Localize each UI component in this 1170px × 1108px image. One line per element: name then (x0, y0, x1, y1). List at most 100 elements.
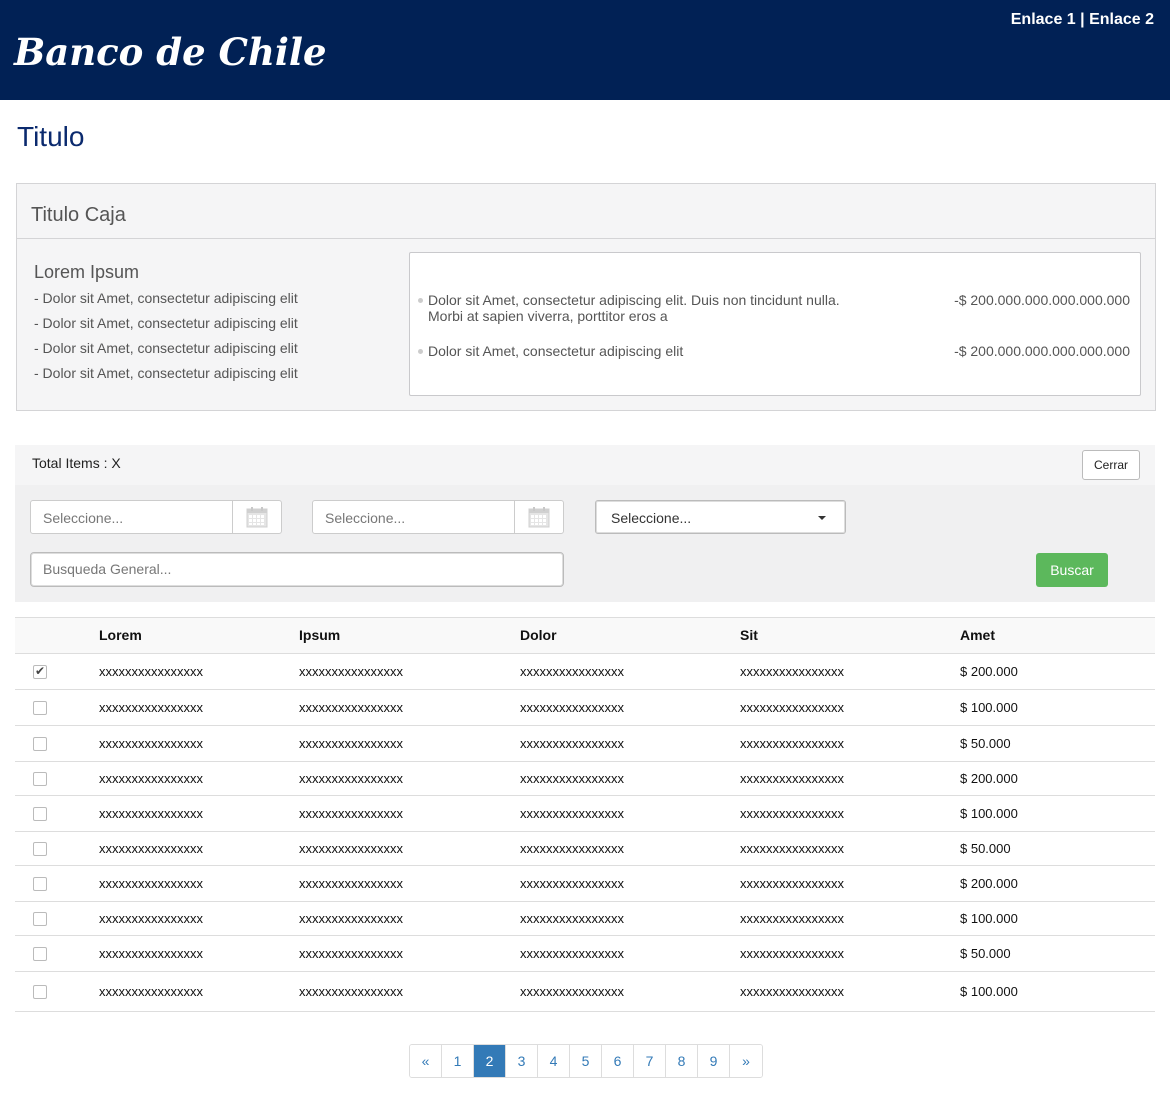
table-cell: $ 50.000 (960, 946, 1011, 961)
table-cell: xxxxxxxxxxxxxxxx (299, 984, 403, 999)
amount-entry-text: Dolor sit Amet, consectetur adipiscing e… (428, 343, 684, 359)
table-cell: xxxxxxxxxxxxxxxx (740, 876, 844, 891)
table-cell: xxxxxxxxxxxxxxxx (740, 664, 844, 679)
header-link-separator: | (1075, 11, 1090, 28)
filter-panel: Seleccione... Seleccione... Seleccione..… (15, 485, 1155, 602)
pagination-next[interactable]: » (730, 1045, 762, 1077)
row-checkbox[interactable] (33, 877, 47, 891)
table-row[interactable]: xxxxxxxxxxxxxxxx xxxxxxxxxxxxxxxx xxxxxxxx… (15, 902, 1155, 936)
pagination-page[interactable]: 6 (602, 1045, 634, 1077)
total-items-label: Total Items : X (32, 455, 121, 471)
filter-select-value: Seleccione... (611, 510, 692, 526)
table-cell: xxxxxxxxxxxxxxxx (520, 771, 624, 786)
table-row[interactable]: xxxxxxxxxxxxxxxx xxxxxxxxxxxxxxxx xxxxxxxx… (15, 762, 1155, 796)
lorem-item: - Dolor sit Amet, consectetur adipiscing… (34, 315, 298, 331)
table-cell: xxxxxxxxxxxxxxxx (99, 946, 203, 961)
table-cell: xxxxxxxxxxxxxxxx (299, 700, 403, 715)
table-cell: xxxxxxxxxxxxxxxx (520, 736, 624, 751)
row-checkbox[interactable] (33, 737, 47, 751)
search-button[interactable]: Buscar (1036, 553, 1108, 587)
table-cell: xxxxxxxxxxxxxxxx (99, 664, 203, 679)
column-header[interactable]: Dolor (520, 627, 557, 643)
row-checkbox[interactable] (33, 912, 47, 926)
table-row[interactable]: xxxxxxxxxxxxxxxx xxxxxxxxxxxxxxxx xxxxxxxx… (15, 972, 1155, 1012)
lorem-item: - Dolor sit Amet, consectetur adipiscing… (34, 340, 298, 356)
row-checkbox[interactable] (33, 985, 47, 999)
pagination-page[interactable]: 9 (698, 1045, 730, 1077)
table-row[interactable]: xxxxxxxxxxxxxxxx xxxxxxxxxxxxxxxx xxxxxxxx… (15, 726, 1155, 762)
table-cell: xxxxxxxxxxxxxxxx (99, 841, 203, 856)
close-button[interactable]: Cerrar (1082, 450, 1140, 480)
pagination-prev[interactable]: « (410, 1045, 442, 1077)
table-cell: xxxxxxxxxxxxxxxx (740, 946, 844, 961)
table-cell: xxxxxxxxxxxxxxxx (99, 876, 203, 891)
table-row[interactable]: xxxxxxxxxxxxxxxx xxxxxxxxxxxxxxxx xxxxxxxx… (15, 796, 1155, 832)
date-to-placeholder: Seleccione... (325, 510, 406, 526)
table-cell: $ 200.000 (960, 771, 1018, 786)
table-body: xxxxxxxxxxxxxxxx xxxxxxxxxxxxxxxx xxxxxxxx… (15, 654, 1155, 1012)
filter-select[interactable]: Seleccione... (595, 500, 846, 534)
table-cell: xxxxxxxxxxxxxxxx (520, 946, 624, 961)
table-cell: $ 200.000 (960, 664, 1018, 679)
table-cell: xxxxxxxxxxxxxxxx (520, 806, 624, 821)
date-from-input[interactable]: Seleccione... (30, 500, 282, 534)
table-cell: xxxxxxxxxxxxxxxx (520, 841, 624, 856)
table-cell: xxxxxxxxxxxxxxxx (299, 946, 403, 961)
calendar-icon (528, 507, 550, 528)
table-row[interactable]: xxxxxxxxxxxxxxxx xxxxxxxxxxxxxxxx xxxxxxxx… (15, 936, 1155, 972)
table-cell: xxxxxxxxxxxxxxxx (740, 806, 844, 821)
calendar-button[interactable] (514, 501, 563, 533)
header-link-2[interactable]: Enlace 2 (1089, 11, 1154, 28)
brand-logo[interactable]: Banco de Chile (14, 30, 327, 74)
search-placeholder: Busqueda General... (43, 561, 172, 577)
pagination-page[interactable]: 4 (538, 1045, 570, 1077)
amounts-panel: Dolor sit Amet, consectetur adipiscing e… (409, 252, 1141, 396)
column-header[interactable]: Ipsum (299, 627, 340, 643)
date-to-input[interactable]: Seleccione... (312, 500, 564, 534)
table-cell: xxxxxxxxxxxxxxxx (99, 736, 203, 751)
table-cell: xxxxxxxxxxxxxxxx (299, 806, 403, 821)
bullet-icon (418, 349, 423, 354)
table-cell: xxxxxxxxxxxxxxxx (740, 911, 844, 926)
pagination-page[interactable]: 7 (634, 1045, 666, 1077)
row-checkbox[interactable] (33, 842, 47, 856)
row-checkbox[interactable] (33, 807, 47, 821)
header-link-1[interactable]: Enlace 1 (1011, 11, 1076, 28)
row-checkbox[interactable] (33, 701, 47, 715)
table-cell: xxxxxxxxxxxxxxxx (520, 876, 624, 891)
table-cell: xxxxxxxxxxxxxxxx (299, 664, 403, 679)
table-cell: $ 50.000 (960, 736, 1011, 751)
table-cell: xxxxxxxxxxxxxxxx (299, 876, 403, 891)
pagination-page[interactable]: 2 (474, 1045, 506, 1077)
row-checkbox[interactable] (33, 947, 47, 961)
table-cell: xxxxxxxxxxxxxxxx (299, 771, 403, 786)
table-cell: $ 100.000 (960, 984, 1018, 999)
column-header[interactable]: Lorem (99, 627, 142, 643)
chevron-down-icon (818, 516, 826, 520)
table-cell: $ 100.000 (960, 911, 1018, 926)
results-table: Lorem Ipsum Dolor Sit Amet xxxxxxxxxxxxx… (15, 617, 1155, 1012)
table-row[interactable]: xxxxxxxxxxxxxxxx xxxxxxxxxxxxxxxx xxxxxxxx… (15, 690, 1155, 726)
calendar-button[interactable] (232, 501, 281, 533)
table-cell: xxxxxxxxxxxxxxxx (299, 841, 403, 856)
row-checkbox[interactable] (33, 772, 47, 786)
pagination-page[interactable]: 1 (442, 1045, 474, 1077)
table-cell: xxxxxxxxxxxxxxxx (99, 700, 203, 715)
pagination-page[interactable]: 5 (570, 1045, 602, 1077)
table-row[interactable]: xxxxxxxxxxxxxxxx xxxxxxxxxxxxxxxx xxxxxxxx… (15, 832, 1155, 866)
amount-entry-text: Dolor sit Amet, consectetur adipiscing e… (428, 292, 840, 324)
pagination-page[interactable]: 3 (506, 1045, 538, 1077)
header-links: Enlace 1 | Enlace 2 (1011, 11, 1154, 29)
column-header[interactable]: Sit (740, 627, 758, 643)
amount-entry-value: -$ 200.000.000.000.000.000 (954, 343, 1130, 359)
table-row[interactable]: xxxxxxxxxxxxxxxx xxxxxxxxxxxxxxxx xxxxxxxx… (15, 654, 1155, 690)
pagination-page[interactable]: 8 (666, 1045, 698, 1077)
table-cell: xxxxxxxxxxxxxxxx (740, 841, 844, 856)
bullet-icon (418, 298, 423, 303)
table-cell: $ 100.000 (960, 700, 1018, 715)
column-header[interactable]: Amet (960, 627, 995, 643)
row-checkbox[interactable] (33, 664, 47, 679)
table-row[interactable]: xxxxxxxxxxxxxxxx xxxxxxxxxxxxxxxx xxxxxxxx… (15, 866, 1155, 902)
lorem-item: - Dolor sit Amet, consectetur adipiscing… (34, 290, 298, 306)
search-input[interactable]: Busqueda General... (30, 552, 564, 587)
